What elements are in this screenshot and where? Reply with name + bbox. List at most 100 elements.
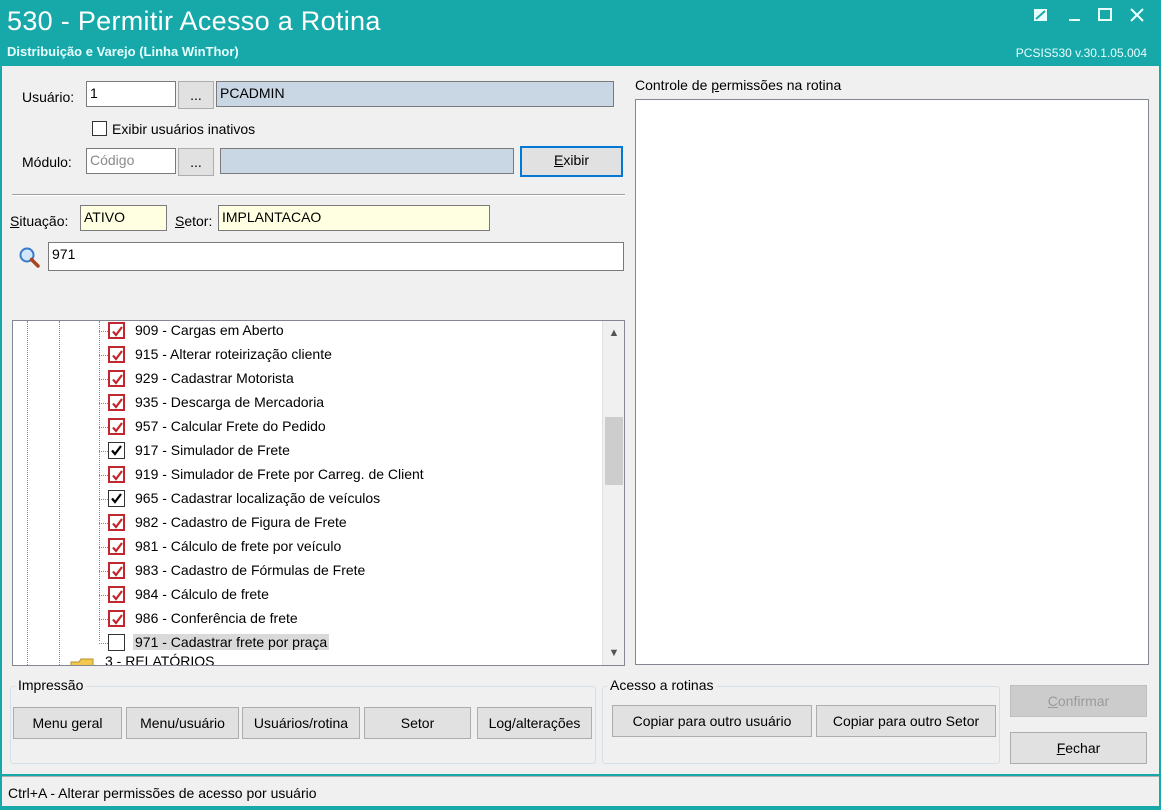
tree-connector (99, 547, 108, 548)
tree-item-label: 917 - Simulador de Frete (135, 442, 290, 458)
tree-item-label: 909 - Cargas em Aberto (135, 322, 284, 338)
exibir-button[interactable]: Exibir (520, 146, 623, 177)
version-label: PCSIS530 v.30.1.05.004 (1015, 46, 1147, 60)
search-icon (18, 246, 42, 270)
log-alteracoes-button[interactable]: Log/alterações (477, 707, 592, 739)
tree-item-label: 971 - Cadastrar frete por praça (133, 634, 330, 650)
confirmar-button[interactable]: Confirmar (1010, 685, 1147, 717)
scroll-thumb[interactable] (605, 417, 623, 485)
tree-item-relatorios[interactable]: 3 - RELATÓRIOS (13, 653, 603, 666)
folder-icon (69, 657, 97, 665)
routine-tree[interactable]: 909 - Cargas em Aberto 915 - Alterar rote… (12, 320, 625, 666)
tree-item[interactable]: 982 - Cadastro de Figura de Frete (13, 511, 603, 535)
tree-item-label: 986 - Conferência de frete (135, 610, 298, 626)
tree-item-checkbox[interactable] (108, 370, 125, 387)
modulo-name-field (220, 148, 514, 174)
tree-item-checkbox[interactable] (108, 514, 125, 531)
tree-item[interactable]: 986 - Conferência de frete (13, 607, 603, 631)
tree-item[interactable]: 935 - Descarga de Mercadoria (13, 391, 603, 415)
tree-connector (99, 427, 108, 428)
situacao-field: ATIVO (80, 205, 167, 231)
tree-item-label: 915 - Alterar roteirização cliente (135, 346, 332, 362)
situacao-label: Situação: (10, 213, 69, 229)
tree-item-label: 3 - RELATÓRIOS (105, 653, 215, 666)
menu-geral-button[interactable]: Menu geral (13, 707, 122, 739)
copiar-usuario-button[interactable]: Copiar para outro usuário (612, 705, 812, 737)
tree-item-label: 929 - Cadastrar Motorista (135, 370, 294, 386)
tree-item-checkbox[interactable] (108, 322, 125, 339)
search-input[interactable]: 971 (48, 242, 624, 271)
tree-connector (99, 595, 108, 596)
exibir-label-rest: xibir (563, 152, 589, 168)
restore-icon[interactable] (1030, 6, 1052, 28)
copiar-setor-button[interactable]: Copiar para outro Setor (816, 705, 996, 737)
setor-button[interactable]: Setor (364, 707, 471, 739)
tree-item-checkbox[interactable] (108, 610, 125, 627)
tree-item-checkbox[interactable] (108, 634, 125, 651)
tree-item[interactable]: 971 - Cadastrar frete por praça (13, 631, 603, 655)
tree-item[interactable]: 919 - Simulador de Frete por Carreg. de … (13, 463, 603, 487)
tree-item-checkbox[interactable] (108, 442, 125, 459)
tree-item[interactable]: 965 - Cadastrar localização de veículos (13, 487, 603, 511)
menu-usuario-button[interactable]: Menu/usuário (126, 707, 239, 739)
tree-item-checkbox[interactable] (108, 562, 125, 579)
close-icon[interactable] (1126, 6, 1148, 28)
tree-connector (99, 379, 108, 380)
scroll-down-icon[interactable]: ▼ (603, 643, 624, 663)
acesso-title: Acesso a rotinas (607, 677, 717, 693)
tree-item[interactable]: 917 - Simulador de Frete (13, 439, 603, 463)
tree-connector (99, 523, 108, 524)
usuario-code-input[interactable]: 1 (86, 81, 176, 107)
minimize-icon[interactable] (1064, 6, 1086, 28)
tree-item-checkbox[interactable] (108, 346, 125, 363)
window-subtitle: Distribuição e Varejo (Linha WinThor) (7, 44, 239, 59)
maximize-icon[interactable] (1094, 6, 1116, 28)
tree-item[interactable]: 957 - Calcular Frete do Pedido (13, 415, 603, 439)
tree-connector (99, 619, 108, 620)
permissions-panel[interactable] (635, 99, 1149, 665)
client-area: Usuário: 1 ... PCADMIN Exibir usuários i… (2, 66, 1159, 774)
fechar-button[interactable]: Fechar (1010, 732, 1147, 764)
tree-item-label: 965 - Cadastrar localização de veículos (135, 490, 381, 506)
tree-item-checkbox[interactable] (108, 538, 125, 555)
tree-connector (99, 403, 108, 404)
tree-connector (99, 643, 108, 644)
permissions-title: Controle de permissões na rotina (635, 77, 842, 93)
tree-connector (99, 475, 108, 476)
tree-item-checkbox[interactable] (108, 394, 125, 411)
modulo-code-input[interactable]: Código (86, 148, 176, 174)
tree-item-label: 935 - Descarga de Mercadoria (135, 394, 325, 410)
separator (12, 194, 625, 196)
tree-item-checkbox[interactable] (108, 490, 125, 507)
tree-item[interactable]: 915 - Alterar roteirização cliente (13, 343, 603, 367)
tree-item-checkbox[interactable] (108, 418, 125, 435)
tree-connector (99, 451, 108, 452)
usuario-browse-button[interactable]: ... (178, 81, 214, 109)
tree-item[interactable]: 984 - Cálculo de frete (13, 583, 603, 607)
tree-connector (99, 571, 108, 572)
status-bar: Ctrl+A - Alterar permissões de acesso po… (2, 776, 1159, 806)
tree-item-label: 981 - Cálculo de frete por veículo (135, 538, 342, 554)
tree-item-label: 984 - Cálculo de frete (135, 586, 269, 602)
setor-field: IMPLANTACAO (218, 205, 490, 231)
tree-item[interactable]: 983 - Cadastro de Fórmulas de Frete (13, 559, 603, 583)
usuarios-rotina-button[interactable]: Usuários/rotina (242, 707, 360, 739)
inativos-checkbox[interactable] (92, 121, 107, 136)
modulo-browse-button[interactable]: ... (178, 148, 214, 176)
setor-label: Setor: (175, 213, 213, 229)
tree-scrollbar[interactable]: ▲ ▼ (602, 321, 624, 665)
tree-item[interactable]: 909 - Cargas em Aberto (13, 321, 603, 343)
scroll-up-icon[interactable]: ▲ (603, 323, 624, 343)
tree-item-label: 982 - Cadastro de Figura de Frete (135, 514, 347, 530)
impressao-title: Impressão (15, 677, 87, 693)
tree-item[interactable]: 929 - Cadastrar Motorista (13, 367, 603, 391)
tree-item[interactable]: 981 - Cálculo de frete por veículo (13, 535, 603, 559)
tree-connector (99, 355, 108, 356)
usuario-label: Usuário: (22, 89, 75, 105)
inativos-label: Exibir usuários inativos (112, 121, 256, 137)
title-bar[interactable]: 530 - Permitir Acesso a Rotina Distribui… (0, 0, 1161, 66)
tree-item-checkbox[interactable] (108, 586, 125, 603)
app-window: 530 - Permitir Acesso a Rotina Distribui… (0, 0, 1161, 810)
usuario-name-field: PCADMIN (216, 81, 614, 107)
tree-item-checkbox[interactable] (108, 466, 125, 483)
